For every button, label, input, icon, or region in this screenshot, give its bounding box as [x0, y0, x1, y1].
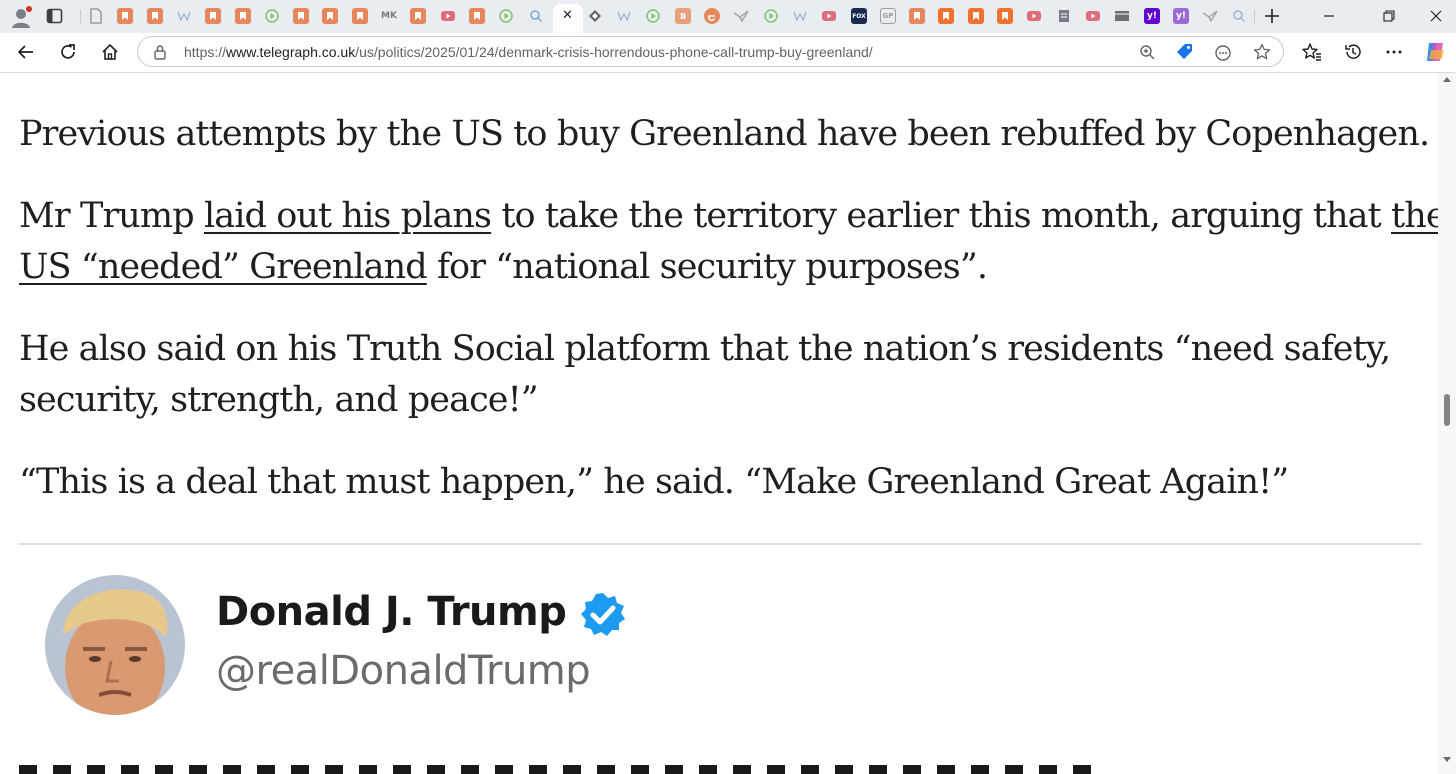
text-run: for “national security purposes”.: [426, 247, 988, 287]
avatar: [45, 575, 185, 715]
search-icon[interactable]: [1231, 8, 1247, 24]
play-icon[interactable]: [264, 8, 280, 24]
diamond-icon[interactable]: [587, 8, 603, 24]
video-icon[interactable]: [1085, 8, 1101, 24]
bookmark-icon[interactable]: [293, 8, 309, 24]
mk-icon[interactable]: MK: [381, 8, 397, 24]
fox-icon[interactable]: FOX: [851, 8, 867, 24]
url-host: www.telegraph.co.uk: [226, 44, 356, 60]
film-icon[interactable]: [1114, 8, 1130, 24]
tab-icon-label: y!: [1176, 11, 1186, 21]
read-aloud-icon[interactable]: [1214, 44, 1232, 67]
bookmark-icon[interactable]: [205, 8, 221, 24]
article-paragraph: Previous attempts by the US to buy Green…: [19, 114, 1430, 154]
tab-icon-label: y!: [1147, 11, 1157, 21]
new-tab-button[interactable]: [1262, 6, 1282, 26]
bird-icon[interactable]: [1202, 8, 1218, 24]
yahoo-icon[interactable]: y!: [1144, 8, 1160, 24]
tab-icon-label: B: [679, 11, 687, 21]
tab-actions-icon[interactable]: [46, 8, 63, 24]
scroll-down-icon[interactable]: [1443, 757, 1451, 762]
video-icon[interactable]: [1026, 8, 1042, 24]
bookmark-icon[interactable]: [909, 8, 925, 24]
tab-separator: [1254, 10, 1255, 23]
doc-icon[interactable]: [1056, 8, 1072, 24]
close-window-button[interactable]: [1425, 6, 1447, 26]
video-icon[interactable]: [440, 8, 456, 24]
favorites-icon[interactable]: [1299, 39, 1325, 65]
vertical-scrollbar[interactable]: [1438, 73, 1456, 774]
url-text[interactable]: https://www.telegraph.co.uk/us/politics/…: [184, 44, 873, 60]
tab-separator: [80, 10, 81, 23]
divider: [19, 543, 1422, 545]
profile-icon[interactable]: [9, 5, 33, 29]
verified-badge-icon: [579, 591, 627, 639]
gp-icon[interactable]: GP: [880, 8, 896, 24]
article-paragraph: “This is a deal that must happen,” he sa…: [19, 462, 1289, 502]
active-tab[interactable]: ✕: [553, 4, 583, 33]
link-us-needed-greenland[interactable]: the: [1391, 196, 1438, 236]
tab-strip: MK B FOX GP y! y! ✕: [0, 0, 1456, 33]
bookmark-icon[interactable]: [469, 8, 485, 24]
previous-line-fragment: [0, 73, 1438, 74]
article-paragraph-continued: security, strength, and peace!”: [19, 380, 539, 420]
bird-icon[interactable]: [733, 8, 749, 24]
url-scheme: https://: [184, 44, 227, 60]
bookmark-icon[interactable]: [968, 8, 984, 24]
wiki-icon[interactable]: [792, 8, 808, 24]
bookmark-icon[interactable]: [352, 8, 368, 24]
home-button[interactable]: [97, 39, 123, 65]
url-path: /us/politics/2025/01/24/denmark-crisis-h…: [355, 44, 873, 60]
favorite-star-icon[interactable]: [1253, 43, 1271, 66]
restore-button[interactable]: [1378, 6, 1400, 26]
yahoo-icon[interactable]: y!: [1173, 8, 1189, 24]
page-content: Previous attempts by the US to buy Green…: [0, 73, 1438, 774]
scroll-up-icon[interactable]: [1443, 77, 1451, 82]
history-icon[interactable]: [1340, 39, 1366, 65]
play-icon[interactable]: [498, 8, 514, 24]
browser-toolbar: https://www.telegraph.co.uk/us/politics/…: [0, 33, 1456, 73]
tab-icon-label: FOX: [852, 12, 866, 20]
minimize-button[interactable]: [1318, 6, 1340, 26]
play-icon[interactable]: [645, 8, 661, 24]
tab-icon-label: GP: [882, 12, 894, 20]
link-laid-out-his-plans[interactable]: laid out his plans: [204, 196, 492, 236]
article-paragraph-continued: US “needed” Greenland for “national secu…: [19, 242, 988, 293]
bookmark-icon[interactable]: [322, 8, 338, 24]
article-paragraph: Mr Trump laid out his plans to take the …: [19, 191, 1438, 242]
bookmark-icon[interactable]: [147, 8, 163, 24]
back-button[interactable]: [13, 39, 39, 65]
bookmark-icon[interactable]: [938, 8, 954, 24]
wiki-icon[interactable]: [176, 8, 192, 24]
video-icon[interactable]: [821, 8, 837, 24]
tab-close-icon[interactable]: ✕: [562, 8, 573, 23]
bookmark-icon[interactable]: [997, 8, 1013, 24]
e-icon[interactable]: [704, 8, 720, 24]
shopping-tag-icon[interactable]: [1176, 43, 1194, 66]
article-paragraph: He also said on his Truth Social platfor…: [19, 329, 1391, 369]
lock-icon[interactable]: [153, 44, 167, 65]
copilot-icon[interactable]: [1422, 39, 1448, 65]
text-run: Mr Trump: [19, 196, 204, 236]
tab-icon-label: MK: [381, 11, 397, 21]
link-us-needed-greenland[interactable]: US “needed” Greenland: [19, 247, 428, 287]
zoom-icon[interactable]: [1139, 44, 1156, 66]
scroll-thumb[interactable]: [1444, 394, 1450, 426]
bookmark-icon[interactable]: [235, 8, 251, 24]
b-icon[interactable]: B: [675, 8, 691, 24]
text-run: to take the territory earlier this month…: [491, 196, 1392, 236]
wiki-icon[interactable]: [616, 8, 632, 24]
play-icon[interactable]: [763, 8, 779, 24]
search-icon[interactable]: [528, 8, 544, 24]
refresh-button[interactable]: [55, 39, 81, 65]
tweet-author-name: Donald J. Trump: [216, 589, 567, 635]
address-bar[interactable]: https://www.telegraph.co.uk/us/politics/…: [137, 36, 1284, 67]
tweet-text-fragment: [19, 759, 1119, 774]
more-menu-icon[interactable]: [1381, 39, 1407, 65]
tweet-author-handle: @realDonaldTrump: [216, 648, 591, 694]
bookmark-icon[interactable]: [117, 8, 133, 24]
bookmark-icon[interactable]: [410, 8, 426, 24]
page-icon[interactable]: [88, 8, 104, 24]
